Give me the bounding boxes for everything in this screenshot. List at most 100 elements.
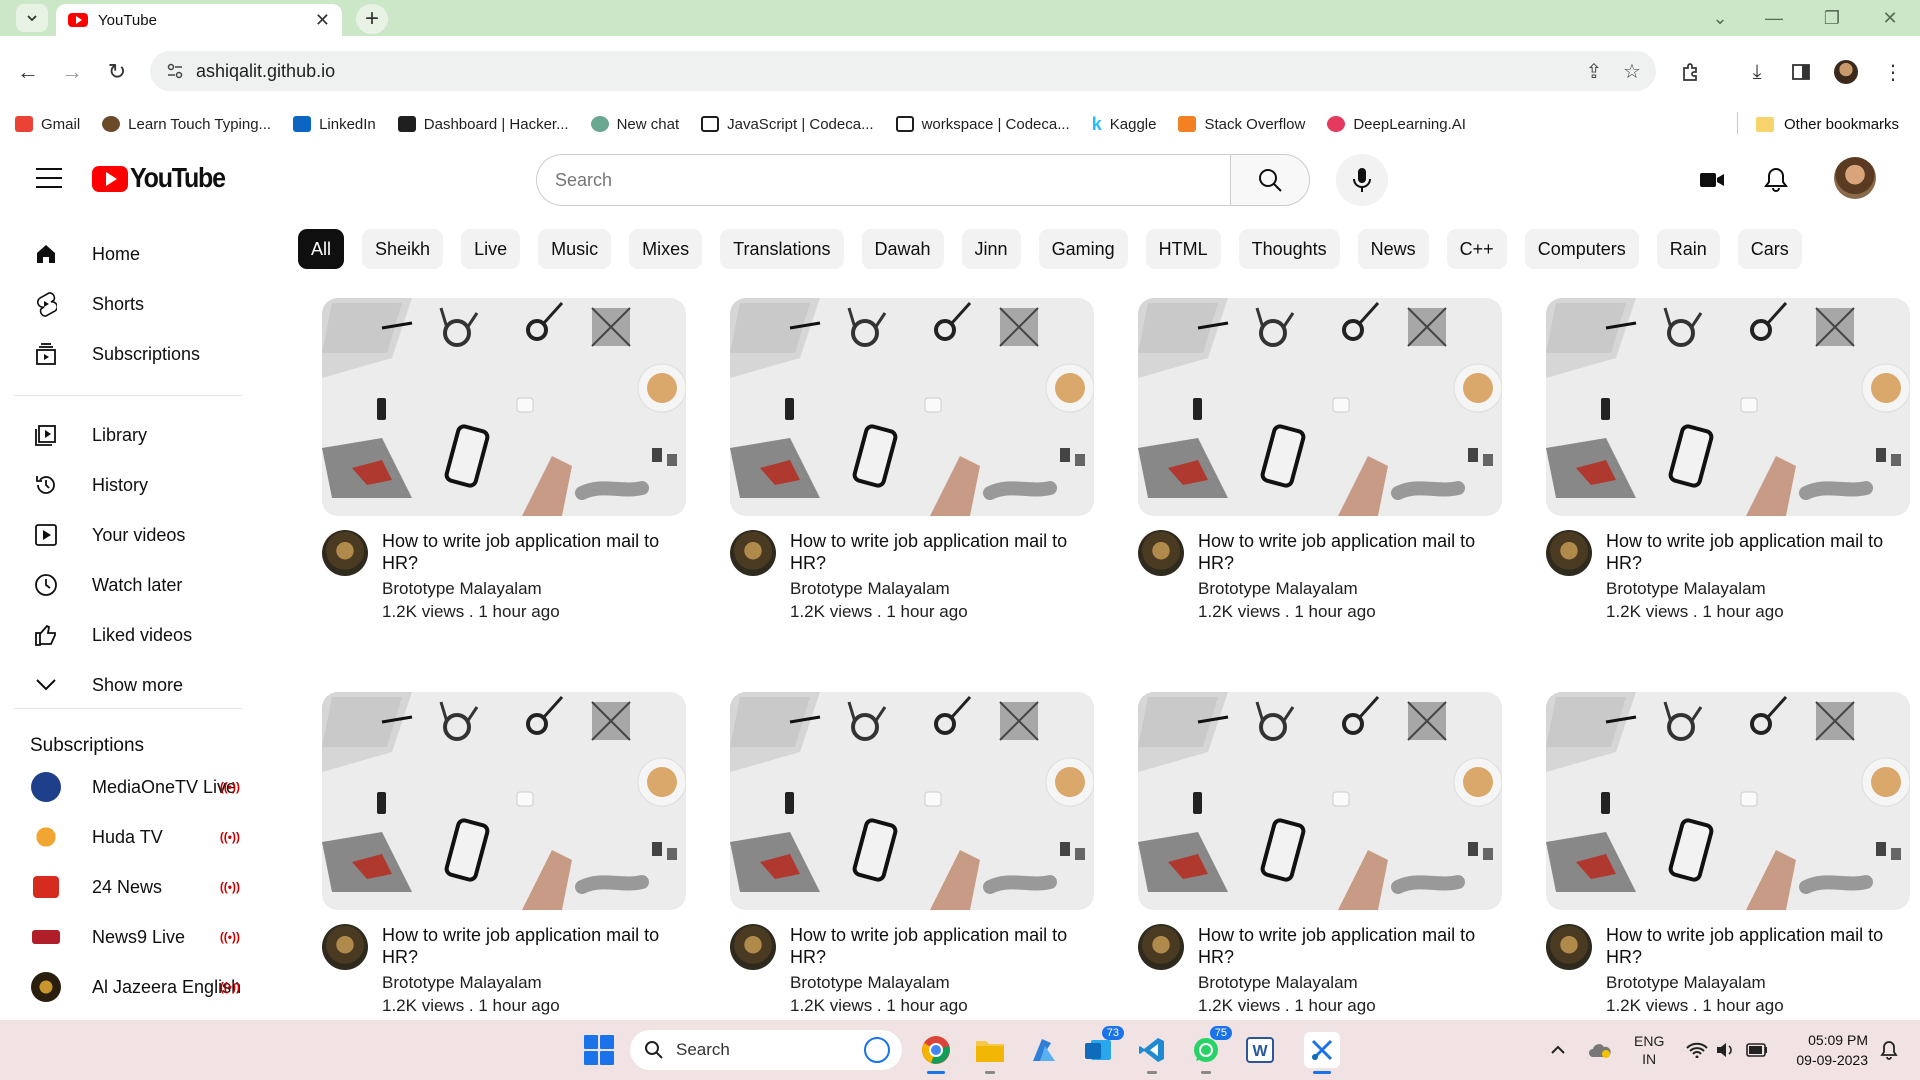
bookmark-stackoverflow[interactable]: Stack Overflow — [1167, 109, 1316, 139]
video-card[interactable]: How to write job application mail to HR?… — [730, 692, 1094, 1016]
sidebar-item-subscriptions[interactable]: Subscriptions — [14, 331, 244, 377]
new-tab-button[interactable]: + — [356, 4, 388, 34]
chip-music[interactable]: Music — [538, 229, 612, 269]
sidebar-show-more[interactable]: Show more — [14, 662, 244, 708]
volume-icon[interactable] — [1716, 1020, 1736, 1080]
download-icon[interactable]: ⤓ — [1740, 56, 1774, 88]
video-card[interactable]: How to write job application mail to HR?… — [730, 298, 1094, 622]
youtube-logo[interactable]: YouTube — [92, 163, 226, 193]
video-card[interactable]: How to write job application mail to HR?… — [322, 692, 686, 1016]
channel-avatar[interactable] — [322, 924, 368, 970]
bookmark-star-icon[interactable]: ☆ — [1616, 51, 1648, 91]
video-title[interactable]: How to write job application mail to HR? — [790, 530, 1090, 574]
profile-avatar[interactable] — [1829, 56, 1863, 88]
video-title[interactable]: How to write job application mail to HR? — [1606, 530, 1906, 574]
sidebar-item-your-videos[interactable]: Your videos — [14, 512, 244, 558]
bookmark-chatgpt[interactable]: New chat — [580, 109, 691, 139]
outlook-icon[interactable]: 73 — [1080, 1026, 1124, 1068]
chip-mixes[interactable]: Mixes — [629, 229, 703, 269]
bookmark-hackerrank[interactable]: Dashboard | Hacker... — [387, 109, 580, 139]
notifications-bell-icon[interactable] — [1760, 164, 1792, 196]
hamburger-menu-icon[interactable] — [36, 168, 62, 195]
channel-avatar[interactable] — [1138, 530, 1184, 576]
video-title[interactable]: How to write job application mail to HR? — [382, 924, 682, 968]
channel-avatar[interactable] — [730, 530, 776, 576]
reload-icon[interactable]: ↻ — [101, 56, 133, 88]
language-indicator[interactable]: ENG IN — [1634, 1020, 1664, 1080]
taskbar-search[interactable]: Search — [630, 1030, 902, 1070]
video-channel-name[interactable]: Brototype Malayalam — [1198, 579, 1498, 599]
chip-computers[interactable]: Computers — [1524, 229, 1639, 269]
site-settings-icon[interactable] — [166, 62, 184, 80]
share-icon[interactable]: ⇪ — [1578, 51, 1610, 91]
chip-jinn[interactable]: Jinn — [961, 229, 1021, 269]
bookmark-codecademy-js[interactable]: JavaScript | Codeca... — [690, 109, 884, 139]
video-channel-name[interactable]: Brototype Malayalam — [1606, 973, 1906, 993]
vscode-icon[interactable] — [1134, 1032, 1170, 1074]
channel-avatar[interactable] — [322, 530, 368, 576]
create-video-icon[interactable] — [1696, 164, 1728, 196]
video-card[interactable]: How to write job application mail to HR?… — [1546, 298, 1910, 622]
minimize-icon[interactable]: — — [1754, 4, 1794, 32]
restore-icon[interactable]: ❐ — [1812, 4, 1852, 32]
azure-icon[interactable] — [1026, 1032, 1062, 1068]
chip-sheikh[interactable]: Sheikh — [362, 229, 444, 269]
back-arrow-icon[interactable]: ← — [12, 56, 44, 88]
video-card[interactable]: How to write job application mail to HR?… — [322, 298, 686, 622]
chip-all[interactable]: All — [298, 229, 345, 269]
bookmark-linkedin[interactable]: LinkedIn — [282, 109, 387, 139]
close-window-icon[interactable]: ✕ — [1870, 4, 1910, 32]
video-channel-name[interactable]: Brototype Malayalam — [1198, 973, 1498, 993]
video-channel-name[interactable]: Brototype Malayalam — [790, 579, 1090, 599]
snipping-tool-icon[interactable] — [1304, 1032, 1340, 1074]
chip-gaming[interactable]: Gaming — [1038, 229, 1128, 269]
chip-cars[interactable]: Cars — [1737, 229, 1802, 269]
video-thumbnail[interactable] — [322, 692, 686, 910]
video-channel-name[interactable]: Brototype Malayalam — [382, 973, 682, 993]
voice-search-button[interactable] — [1336, 154, 1388, 206]
channel-avatar[interactable] — [730, 924, 776, 970]
bookmark-deeplearning[interactable]: DeepLearning.AI — [1316, 109, 1477, 139]
sidebar-item-shorts[interactable]: Shorts — [14, 281, 244, 327]
video-thumbnail[interactable] — [1546, 298, 1910, 516]
sidebar-item-library[interactable]: Library — [14, 412, 244, 458]
video-card[interactable]: How to write job application mail to HR?… — [1546, 692, 1910, 1016]
video-thumbnail[interactable] — [730, 298, 1094, 516]
chip-rain[interactable]: Rain — [1656, 229, 1720, 269]
video-title[interactable]: How to write job application mail to HR? — [1198, 924, 1498, 968]
wifi-icon[interactable] — [1686, 1020, 1708, 1080]
side-panel-icon[interactable] — [1784, 56, 1818, 88]
word-icon[interactable]: W — [1242, 1032, 1278, 1068]
video-title[interactable]: How to write job application mail to HR? — [1606, 924, 1906, 968]
video-title[interactable]: How to write job application mail to HR? — [382, 530, 682, 574]
search-input[interactable] — [536, 154, 1230, 206]
chrome-taskbar-icon[interactable] — [918, 1032, 954, 1074]
video-thumbnail[interactable] — [730, 692, 1094, 910]
sidebar-subscription-aljazeera[interactable]: Al Jazeera English ((•)) — [14, 964, 244, 1010]
video-channel-name[interactable]: Brototype Malayalam — [1606, 579, 1906, 599]
channel-avatar[interactable] — [1546, 924, 1592, 970]
chip-cpp[interactable]: C++ — [1446, 229, 1507, 269]
chip-live[interactable]: Live — [461, 229, 521, 269]
taskbar-clock[interactable]: 05:09 PM 09-09-2023 — [1780, 1030, 1868, 1070]
bookmark-kaggle[interactable]: k Kaggle — [1081, 109, 1168, 139]
video-title[interactable]: How to write job application mail to HR? — [1198, 530, 1498, 574]
sidebar-item-liked-videos[interactable]: Liked videos — [14, 612, 244, 658]
channel-avatar[interactable] — [1138, 924, 1184, 970]
chip-html[interactable]: HTML — [1145, 229, 1221, 269]
video-thumbnail[interactable] — [322, 298, 686, 516]
channel-avatar[interactable] — [1546, 530, 1592, 576]
video-channel-name[interactable]: Brototype Malayalam — [790, 973, 1090, 993]
bookmark-codecademy-ws[interactable]: workspace | Codeca... — [885, 109, 1081, 139]
chip-translations[interactable]: Translations — [720, 229, 844, 269]
video-card[interactable]: How to write job application mail to HR?… — [1138, 298, 1502, 622]
sidebar-subscription-24news[interactable]: 24 News ((•)) — [14, 864, 244, 910]
file-explorer-icon[interactable] — [972, 1032, 1008, 1074]
sidebar-item-home[interactable]: Home — [14, 231, 244, 277]
onedrive-icon[interactable] — [1588, 1020, 1612, 1080]
video-thumbnail[interactable] — [1138, 298, 1502, 516]
sidebar-subscription-hudatv[interactable]: Huda TV ((•)) — [14, 814, 244, 860]
bookmark-typing[interactable]: Learn Touch Typing... — [91, 109, 282, 139]
chevron-down-icon[interactable]: ⌄ — [1700, 4, 1740, 32]
chip-thoughts[interactable]: Thoughts — [1238, 229, 1340, 269]
